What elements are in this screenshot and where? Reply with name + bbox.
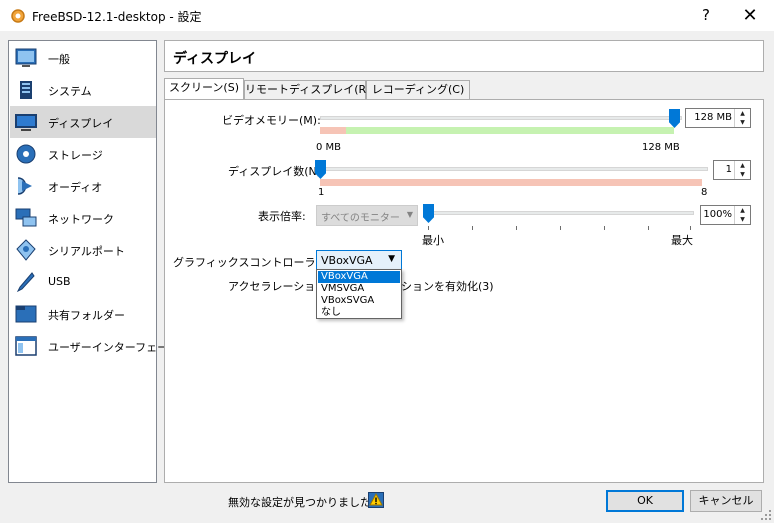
sidebar-item-label: ユーザーインターフェース xyxy=(48,341,179,354)
network-icon xyxy=(15,208,37,227)
sidebar-item-label: 共有フォルダー xyxy=(48,309,125,322)
sidebar-item-usb[interactable]: USB xyxy=(10,266,156,298)
window-title: FreeBSD-12.1-desktop - 設定 xyxy=(32,10,202,24)
resize-grip-icon[interactable] xyxy=(760,509,772,521)
graphics-controller-value: VBoxVGA xyxy=(321,254,373,267)
sidebar-item-label: 一般 xyxy=(48,53,70,66)
monitor-count-red-range xyxy=(320,179,702,186)
scale-tick xyxy=(560,226,561,230)
serial-port-icon xyxy=(16,239,36,261)
dropdown-option-vmsvga[interactable]: VMSVGA xyxy=(318,283,400,295)
display-icon xyxy=(15,114,37,131)
dropdown-option-vboxsvga[interactable]: VBoxSVGA xyxy=(318,295,400,307)
scale-factor-spinbox[interactable]: 100% ▲ ▼ xyxy=(700,205,751,225)
sidebar-item-system[interactable]: システム xyxy=(10,74,156,106)
video-memory-green-range xyxy=(346,127,674,134)
scale-factor-value: 100% xyxy=(703,209,732,220)
graphics-controller-combo[interactable]: VBoxVGA ▼ xyxy=(316,250,402,270)
spin-up-arrow-icon[interactable]: ▲ xyxy=(735,161,750,170)
tab-screen[interactable]: スクリーン(S) xyxy=(164,78,244,100)
video-memory-min-label: 0 MB xyxy=(316,142,342,153)
tab-remote-display[interactable]: リモートディスプレイ(R) xyxy=(244,80,370,100)
sidebar-item-serial-port[interactable]: シリアルポート xyxy=(10,234,156,266)
sidebar-item-label: ネットワーク xyxy=(48,213,114,226)
acceleration-label: アクセラレーション: xyxy=(228,280,330,293)
dropdown-option-none[interactable]: なし xyxy=(318,307,400,319)
sidebar-item-label: オーディオ xyxy=(48,181,103,194)
chevron-down-icon: ▼ xyxy=(388,254,395,264)
scale-tick xyxy=(690,226,691,230)
title-bar: FreeBSD-12.1-desktop - 設定 ? ✕ xyxy=(0,0,774,31)
audio-icon xyxy=(17,177,32,195)
page-header: ディスプレイ xyxy=(164,40,764,72)
usb-icon xyxy=(16,272,35,293)
tab-recording[interactable]: レコーディング(C) xyxy=(366,80,470,100)
sidebar-item-user-interface[interactable]: ユーザーインターフェース xyxy=(10,330,179,362)
monitor-count-value: 1 xyxy=(725,164,732,175)
page-title: ディスプレイ xyxy=(173,51,257,67)
monitor-select-value: すべてのモニター xyxy=(321,213,400,224)
chevron-down-icon: ▼ xyxy=(406,210,413,219)
video-memory-label: ビデオメモリー(M): xyxy=(222,114,321,127)
video-memory-slider-track[interactable] xyxy=(320,116,682,120)
scale-factor-min-label: 最小 xyxy=(422,234,444,247)
sidebar-item-display[interactable]: ディスプレイ xyxy=(10,106,156,138)
enable-3d-acceleration-checkbox-label[interactable]: ションを有効化(3) xyxy=(401,278,494,294)
sidebar-item-general[interactable]: 一般 xyxy=(10,42,156,74)
scale-factor-max-label: 最大 xyxy=(671,234,693,247)
cancel-button[interactable]: キャンセル xyxy=(690,490,762,512)
monitor-count-label: ディスプレイ数(N): xyxy=(228,165,325,178)
scale-tick xyxy=(516,226,517,230)
sidebar-item-label: ストレージ xyxy=(48,149,103,162)
close-button[interactable]: ✕ xyxy=(728,0,772,31)
sidebar-item-label: システム xyxy=(48,85,92,98)
spin-up-arrow-icon[interactable]: ▲ xyxy=(735,109,750,118)
sidebar-item-label: USB xyxy=(48,275,71,288)
scale-tick xyxy=(428,226,429,230)
system-icon xyxy=(20,81,32,99)
sidebar-item-label: ディスプレイ xyxy=(48,117,114,130)
shared-folder-icon xyxy=(15,305,37,323)
scale-tick xyxy=(648,226,649,230)
spin-down-arrow-icon[interactable]: ▼ xyxy=(735,118,750,127)
spin-down-arrow-icon[interactable]: ▼ xyxy=(735,170,750,179)
sidebar-item-network[interactable]: ネットワーク xyxy=(10,202,156,234)
monitor-count-max-label: 8 xyxy=(701,187,708,198)
general-icon xyxy=(15,48,37,67)
monitor-count-min-label: 1 xyxy=(318,187,325,198)
sidebar-item-label: シリアルポート xyxy=(48,245,125,258)
video-memory-spinbox[interactable]: 128 MB ▲ ▼ xyxy=(685,108,751,128)
spin-down-arrow-icon[interactable]: ▼ xyxy=(735,215,750,224)
spin-buttons: ▲ ▼ xyxy=(734,161,750,179)
scale-factor-label: 表示倍率: xyxy=(258,210,306,223)
video-memory-red-range xyxy=(320,127,346,134)
sidebar-item-shared-folder[interactable]: 共有フォルダー xyxy=(10,298,156,330)
scale-factor-slider-track[interactable] xyxy=(424,211,694,215)
video-memory-value: 128 MB xyxy=(694,112,732,123)
spin-up-arrow-icon[interactable]: ▲ xyxy=(735,206,750,215)
ok-button[interactable]: OK xyxy=(606,490,684,512)
video-memory-max-label: 128 MB xyxy=(642,142,680,153)
warning-icon[interactable] xyxy=(368,492,384,508)
virtualbox-gear-icon xyxy=(11,9,25,23)
dropdown-option-vboxvga[interactable]: VBoxVGA xyxy=(318,271,400,283)
spin-buttons: ▲ ▼ xyxy=(734,109,750,127)
monitor-select-combo: すべてのモニター ▼ xyxy=(316,205,418,226)
monitor-count-spinbox[interactable]: 1 ▲ ▼ xyxy=(713,160,751,180)
scale-tick xyxy=(604,226,605,230)
spin-buttons: ▲ ▼ xyxy=(734,206,750,224)
scale-tick xyxy=(472,226,473,230)
graphics-controller-dropdown: VBoxVGA VMSVGA VBoxSVGA なし xyxy=(316,269,402,319)
sidebar-item-storage[interactable]: ストレージ xyxy=(10,138,156,170)
help-button[interactable]: ? xyxy=(684,0,728,31)
invalid-settings-message: 無効な設定が見つかりました xyxy=(228,496,371,509)
storage-icon xyxy=(16,144,36,164)
settings-sidebar: 一般 システム ディスプレイ ストレージ オーディオ ネットワーク シリアルポー… xyxy=(8,40,179,483)
user-interface-icon xyxy=(15,336,37,356)
sidebar-item-audio[interactable]: オーディオ xyxy=(10,170,156,202)
monitor-count-slider-track[interactable] xyxy=(320,167,708,171)
